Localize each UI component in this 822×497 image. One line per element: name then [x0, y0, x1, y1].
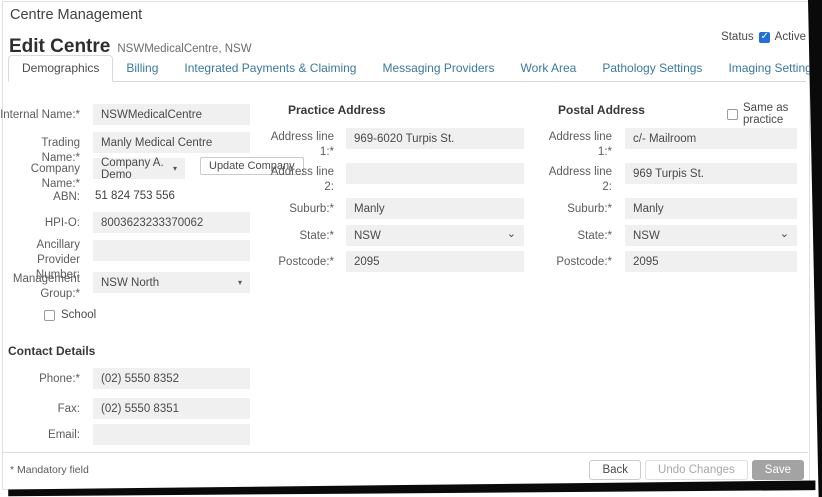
- postal-state-value: NSW: [633, 230, 660, 242]
- same-as-practice-label: Same as practice: [743, 102, 822, 126]
- practice-suburb-label: Suburb:*: [258, 202, 334, 217]
- back-button[interactable]: Back: [589, 460, 641, 480]
- company-name-label: Company Name:*: [0, 162, 80, 192]
- same-as-practice-checkbox[interactable]: [727, 109, 738, 120]
- fax-label: Fax:: [0, 402, 80, 417]
- abn-value: 51 824 753 556: [95, 190, 175, 202]
- practice-line1-label: Address line 1:*: [258, 130, 334, 160]
- contact-details-title: Contact Details: [8, 344, 95, 358]
- postal-address-title: Postal Address: [558, 103, 645, 117]
- postal-line1-input[interactable]: [625, 128, 797, 149]
- practice-state-select[interactable]: NSW ⌄: [346, 225, 524, 246]
- tab-billing[interactable]: Billing: [113, 56, 171, 81]
- internal-name-label: Internal Name:*: [0, 108, 80, 123]
- undo-changes-button[interactable]: Undo Changes: [645, 460, 748, 480]
- tab-work-area[interactable]: Work Area: [508, 56, 590, 81]
- hpio-label: HPI-O:: [0, 216, 80, 231]
- practice-line1-input[interactable]: [346, 128, 524, 149]
- status-active-checkbox[interactable]: [759, 32, 770, 43]
- postal-suburb-input[interactable]: [625, 198, 797, 219]
- caret-down-icon: ▾: [173, 164, 177, 173]
- same-as-practice-row: Same as practice: [727, 102, 822, 126]
- practice-state-label: State:*: [258, 229, 334, 244]
- tab-imaging-settings[interactable]: Imaging Settings: [715, 56, 822, 81]
- ancillary-provider-input[interactable]: [93, 240, 250, 261]
- postal-postcode-input[interactable]: [625, 251, 797, 272]
- tab-pathology-settings[interactable]: Pathology Settings: [589, 56, 715, 81]
- mandatory-field-note: * Mandatory field: [10, 464, 89, 476]
- abn-label: ABN:: [0, 190, 80, 205]
- practice-line2-label: Address line 2:: [258, 165, 334, 195]
- centre-management-window: Centre Management Edit Centre NSWMedical…: [0, 0, 822, 497]
- status-row: Status Active: [721, 31, 806, 43]
- footer-buttons: Back Undo Changes Save: [589, 460, 804, 480]
- practice-postcode-input[interactable]: [346, 251, 524, 272]
- internal-name-input[interactable]: [93, 104, 250, 125]
- tab-messaging-providers[interactable]: Messaging Providers: [369, 56, 507, 81]
- postal-line2-label: Address line 2:: [536, 165, 612, 195]
- postal-line1-label: Address line 1:*: [536, 130, 612, 160]
- practice-address-title: Practice Address: [288, 103, 386, 117]
- phone-label: Phone:*: [0, 372, 80, 387]
- email-input[interactable]: [93, 424, 250, 445]
- company-name-value: Company A. Demo: [101, 157, 173, 181]
- school-checkbox[interactable]: [44, 310, 55, 321]
- email-label: Email:: [0, 428, 80, 443]
- management-group-value: NSW North: [101, 277, 159, 289]
- postal-line2-input[interactable]: [625, 163, 797, 184]
- practice-suburb-input[interactable]: [346, 198, 524, 219]
- postal-state-label: State:*: [536, 229, 612, 244]
- phone-input[interactable]: [93, 368, 250, 389]
- postal-state-select[interactable]: NSW ⌄: [625, 225, 797, 246]
- footer-divider: [2, 452, 808, 453]
- tab-integrated-payments[interactable]: Integrated Payments & Claiming: [171, 56, 369, 81]
- save-button[interactable]: Save: [752, 460, 804, 480]
- caret-down-icon: ▾: [238, 278, 242, 287]
- tab-bar: Demographics Billing Integrated Payments…: [8, 57, 806, 82]
- practice-line2-input[interactable]: [346, 163, 524, 184]
- status-value: Active: [775, 31, 806, 43]
- fax-input[interactable]: [93, 398, 250, 419]
- app-title: Centre Management: [10, 7, 142, 23]
- postal-suburb-label: Suburb:*: [536, 202, 612, 217]
- status-label: Status: [721, 31, 754, 43]
- trading-name-input[interactable]: [93, 132, 250, 153]
- hpio-input[interactable]: [93, 212, 250, 233]
- school-label: School: [61, 309, 96, 321]
- management-group-label: Management Group:*: [0, 272, 80, 302]
- screenshot-shadow-bottom: [0, 479, 822, 497]
- school-row: School: [44, 309, 96, 321]
- company-name-select[interactable]: Company A. Demo ▾: [93, 158, 185, 179]
- practice-postcode-label: Postcode:*: [258, 255, 334, 270]
- page-subtitle: NSWMedicalCentre, NSW: [117, 43, 251, 55]
- postal-postcode-label: Postcode:*: [536, 255, 612, 270]
- practice-state-value: NSW: [354, 230, 381, 242]
- tab-demographics[interactable]: Demographics: [8, 55, 113, 82]
- management-group-select[interactable]: NSW North ▾: [93, 272, 250, 293]
